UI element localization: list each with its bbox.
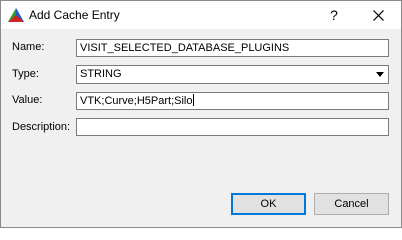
- value-field[interactable]: VTK;Curve;H5Part;Silo: [76, 92, 389, 110]
- cancel-button[interactable]: Cancel: [314, 193, 389, 215]
- name-label: Name:: [12, 41, 45, 53]
- add-cache-entry-dialog: Add Cache Entry ? Name: VISIT_SELECTED_D…: [0, 0, 402, 228]
- value-label: Value:: [12, 94, 43, 106]
- help-button[interactable]: ?: [319, 1, 349, 29]
- description-label: Description:: [12, 121, 71, 133]
- title-bar: Add Cache Entry ?: [1, 1, 401, 29]
- description-field[interactable]: [76, 118, 389, 136]
- text-cursor: [193, 94, 195, 107]
- close-icon: [372, 9, 384, 21]
- visit-triangle-icon: [8, 8, 24, 22]
- chevron-down-icon: [375, 72, 384, 77]
- close-button[interactable]: [363, 1, 393, 29]
- name-field[interactable]: VISIT_SELECTED_DATABASE_PLUGINS: [76, 39, 389, 57]
- window-title: Add Cache Entry: [29, 8, 120, 22]
- type-select-value: STRING: [80, 68, 122, 80]
- value-field-text: VTK;Curve;H5Part;Silo: [80, 95, 193, 107]
- type-label: Type:: [12, 68, 39, 80]
- type-select[interactable]: STRING: [76, 65, 389, 84]
- type-dropdown-button[interactable]: [372, 67, 387, 82]
- help-icon: ?: [330, 7, 338, 23]
- ok-button[interactable]: OK: [231, 193, 306, 215]
